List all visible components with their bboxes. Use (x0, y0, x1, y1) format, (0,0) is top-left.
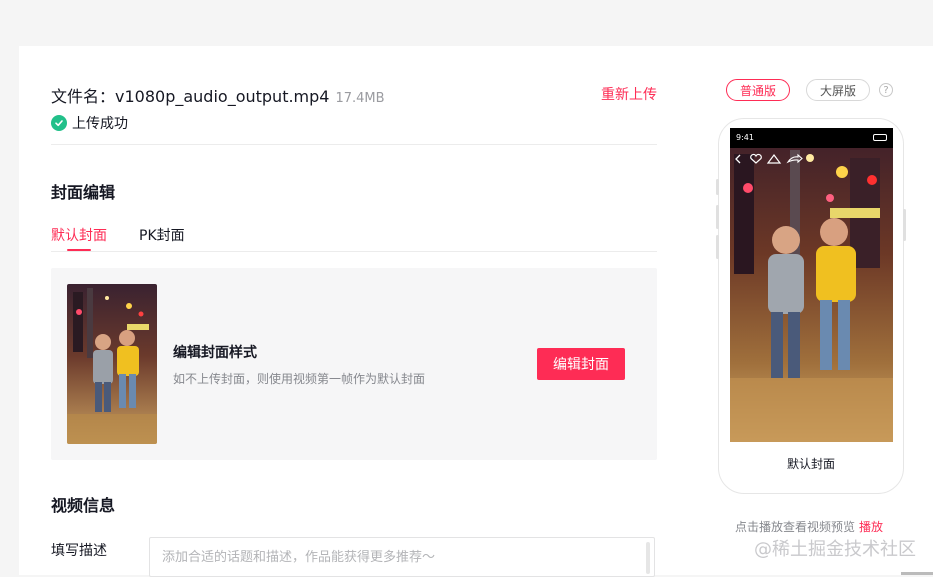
file-name-line: 文件名：v1080p_audio_output.mp4 17.4MB (51, 83, 385, 107)
battery-icon (873, 134, 887, 141)
preview-video-frame (730, 128, 893, 442)
cover-style-hint: 如不上传封面，则使用视频第一帧作为默认封面 (173, 372, 426, 386)
phone-preview: 9:41 默认封面 (716, 118, 906, 494)
divider (51, 144, 657, 145)
phone-side-button (716, 235, 719, 259)
help-icon[interactable]: ? (879, 83, 893, 97)
video-info-title: 视频信息 (51, 496, 116, 515)
tabs-divider (51, 251, 657, 252)
upload-status-text: 上传成功 (72, 116, 128, 132)
check-circle-icon (51, 115, 67, 131)
edit-cover-button[interactable]: 编辑封面 (537, 348, 625, 380)
description-scrollbar[interactable] (646, 542, 650, 574)
description-input[interactable]: 添加合适的话题和描述，作品能获得更多推荐～ (149, 537, 655, 577)
upload-status: 上传成功 (51, 113, 128, 133)
status-time: 9:41 (736, 133, 754, 142)
phone-side-button (716, 205, 719, 229)
phone-notch (784, 128, 840, 140)
phone-side-button (903, 209, 906, 241)
preview-hint: 点击播放查看视频预览 播放 (735, 518, 883, 535)
phone-caption: 默认封面 (786, 457, 835, 471)
file-size: 17.4MB (335, 91, 385, 106)
preview-toolbar-icons (735, 153, 803, 164)
mode-large-button[interactable]: 大屏版 (806, 79, 870, 101)
description-label: 填写描述 (51, 543, 107, 559)
tab-default-cover[interactable]: 默认封面 (51, 225, 107, 245)
reupload-link[interactable]: 重新上传 (601, 84, 657, 104)
tab-pk-cover[interactable]: PK封面 (139, 225, 185, 245)
description-placeholder: 添加合适的话题和描述，作品能获得更多推荐～ (162, 550, 436, 565)
play-link[interactable]: 播放 (859, 520, 883, 534)
cover-thumbnail (67, 284, 157, 444)
file-name: v1080p_audio_output.mp4 (115, 87, 330, 106)
mode-normal-button[interactable]: 普通版 (726, 79, 790, 101)
cover-section-title: 封面编辑 (51, 183, 116, 202)
cover-panel: 编辑封面样式 如不上传封面，则使用视频第一帧作为默认封面 编辑封面 (51, 268, 657, 460)
phone-side-button (716, 179, 719, 195)
cover-style-title: 编辑封面样式 (173, 345, 257, 361)
phone-screen[interactable]: 9:41 (730, 128, 893, 442)
file-name-label: 文件名： (51, 87, 116, 106)
watermark: @稀土掘金技术社区 (754, 539, 916, 560)
preview-hint-text: 点击播放查看视频预览 (735, 520, 856, 534)
upload-card: 文件名：v1080p_audio_output.mp4 17.4MB 重新上传 上… (19, 46, 933, 577)
